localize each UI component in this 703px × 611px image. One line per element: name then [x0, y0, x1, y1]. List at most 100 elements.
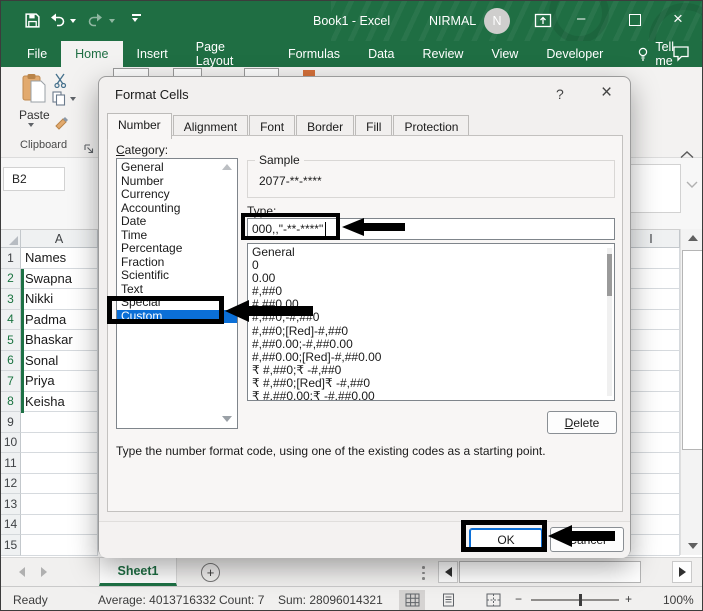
tab-developer[interactable]: Developer: [532, 41, 617, 67]
type-option-2[interactable]: 0.00: [248, 272, 614, 285]
dialog-help-icon[interactable]: ?: [556, 86, 564, 102]
cell-i4[interactable]: [623, 310, 680, 331]
cell-i8[interactable]: [623, 392, 680, 413]
cell-a2[interactable]: Swapna: [21, 269, 98, 290]
zoom-level[interactable]: 100%: [663, 593, 694, 607]
type-option-6[interactable]: #,##0;[Red]-#,##0: [248, 325, 614, 338]
category-listbox[interactable]: General Number Currency Accounting Date …: [116, 158, 238, 429]
row-header-9[interactable]: 9: [1, 412, 21, 433]
clipboard-dialog-launcher-icon[interactable]: [84, 141, 94, 159]
row-header-2[interactable]: 2: [1, 269, 21, 290]
cell-a12[interactable]: [21, 474, 98, 495]
cell-i7[interactable]: [623, 371, 680, 392]
horizontal-scrollbar-thumb[interactable]: [459, 561, 641, 583]
cell-a15[interactable]: [21, 535, 98, 556]
type-listbox[interactable]: General 0 0.00 #,##0 #,##0.00 #,##0;-#,#…: [247, 243, 615, 401]
type-scrollbar-thumb[interactable]: [607, 254, 612, 296]
copy-icon[interactable]: [52, 91, 66, 111]
cell-a3[interactable]: Nikki: [21, 289, 98, 310]
row-header-14[interactable]: 14: [1, 515, 21, 536]
row-header-11[interactable]: 11: [1, 453, 21, 474]
hscroll-left-icon[interactable]: [438, 561, 458, 583]
cell-a11[interactable]: [21, 453, 98, 474]
redo-dropdown-icon[interactable]: [109, 19, 115, 23]
cell-a9[interactable]: [21, 412, 98, 433]
name-box[interactable]: B2: [3, 167, 65, 191]
row-header-5[interactable]: 5: [1, 330, 21, 351]
save-icon[interactable]: [24, 12, 41, 34]
scroll-down-icon[interactable]: [681, 537, 703, 555]
row-header-13[interactable]: 13: [1, 494, 21, 515]
formula-bar-expand-icon[interactable]: [685, 176, 699, 194]
tab-file[interactable]: File: [13, 41, 61, 67]
row-header-12[interactable]: 12: [1, 474, 21, 495]
category-option-time[interactable]: Time: [117, 229, 237, 243]
type-option-11[interactable]: ₹ #,##0.00;₹ -#,##0.00: [248, 390, 614, 401]
sheet-tab-sheet1[interactable]: Sheet1: [99, 558, 177, 586]
scroll-up-icon[interactable]: [681, 229, 703, 247]
category-option-text[interactable]: Text: [117, 283, 237, 297]
type-option-8[interactable]: #,##0.00;[Red]-#,##0.00: [248, 351, 614, 364]
dialog-close-icon[interactable]: ×: [601, 82, 612, 104]
hscroll-right-icon[interactable]: [672, 561, 692, 583]
paste-icon[interactable]: [21, 73, 47, 110]
zoom-slider-track[interactable]: [531, 599, 619, 601]
tab-review[interactable]: Review: [408, 41, 477, 67]
category-option-general[interactable]: General: [117, 161, 237, 175]
dialog-tab-number[interactable]: Number: [107, 113, 172, 139]
select-all-corner[interactable]: [1, 230, 21, 248]
undo-dropdown-icon[interactable]: [70, 19, 76, 23]
cell-i12[interactable]: [623, 474, 680, 495]
type-option-3[interactable]: #,##0: [248, 285, 614, 298]
category-scroll-down-icon[interactable]: [222, 416, 232, 422]
category-option-date[interactable]: Date: [117, 215, 237, 229]
normal-view-button[interactable]: [399, 590, 425, 610]
row-header-6[interactable]: 6: [1, 351, 21, 372]
tab-formulas[interactable]: Formulas: [274, 41, 354, 67]
cell-a8[interactable]: Keisha: [21, 392, 98, 413]
cell-a4[interactable]: Padma: [21, 310, 98, 331]
cell-i13[interactable]: [623, 494, 680, 515]
close-button[interactable]: ×: [673, 11, 683, 26]
tab-page-layout[interactable]: Page Layout: [182, 41, 274, 67]
row-header-10[interactable]: 10: [1, 433, 21, 454]
cell-a10[interactable]: [21, 433, 98, 454]
tab-view[interactable]: View: [477, 41, 532, 67]
cell-a6[interactable]: Sonal: [21, 351, 98, 372]
tab-home[interactable]: Home: [61, 41, 122, 67]
cell-a13[interactable]: [21, 494, 98, 515]
row-header-7[interactable]: 7: [1, 371, 21, 392]
cell-i11[interactable]: [623, 453, 680, 474]
type-option-7[interactable]: #,##0.00;-#,##0.00: [248, 338, 614, 351]
comment-icon[interactable]: [672, 45, 690, 67]
format-painter-icon[interactable]: [54, 116, 70, 136]
cell-i9[interactable]: [623, 412, 680, 433]
category-option-currency[interactable]: Currency: [117, 188, 237, 202]
row-header-1[interactable]: 1: [1, 248, 21, 269]
category-option-scientific[interactable]: Scientific: [117, 269, 237, 283]
category-scroll-up-icon[interactable]: [222, 164, 232, 170]
delete-button[interactable]: Delete: [547, 411, 617, 434]
new-sheet-button[interactable]: +: [201, 563, 220, 582]
category-option-accounting[interactable]: Accounting: [117, 202, 237, 216]
cell-i6[interactable]: [623, 351, 680, 372]
vertical-scrollbar[interactable]: [680, 229, 703, 555]
category-option-percentage[interactable]: Percentage: [117, 242, 237, 256]
cell-i10[interactable]: [623, 433, 680, 454]
category-option-fraction[interactable]: Fraction: [117, 256, 237, 270]
cell-i14[interactable]: [623, 515, 680, 536]
cell-a14[interactable]: [21, 515, 98, 536]
formula-bar[interactable]: [624, 164, 681, 213]
avatar[interactable]: N: [484, 8, 510, 34]
copy-dropdown-icon[interactable]: [70, 97, 76, 101]
undo-icon[interactable]: [48, 12, 66, 33]
type-option-9[interactable]: ₹ #,##0;₹ -#,##0: [248, 364, 614, 377]
cell-i1[interactable]: [623, 248, 680, 269]
cell-i15[interactable]: [623, 535, 680, 556]
tabbar-splitter[interactable]: [422, 566, 425, 580]
sheet-prev-icon[interactable]: [19, 567, 25, 577]
zoom-out-button[interactable]: −: [515, 592, 522, 606]
zoom-slider-thumb[interactable]: [579, 594, 582, 606]
tell-me-box[interactable]: Tell me: [617, 41, 703, 67]
redo-icon[interactable]: [87, 12, 105, 33]
